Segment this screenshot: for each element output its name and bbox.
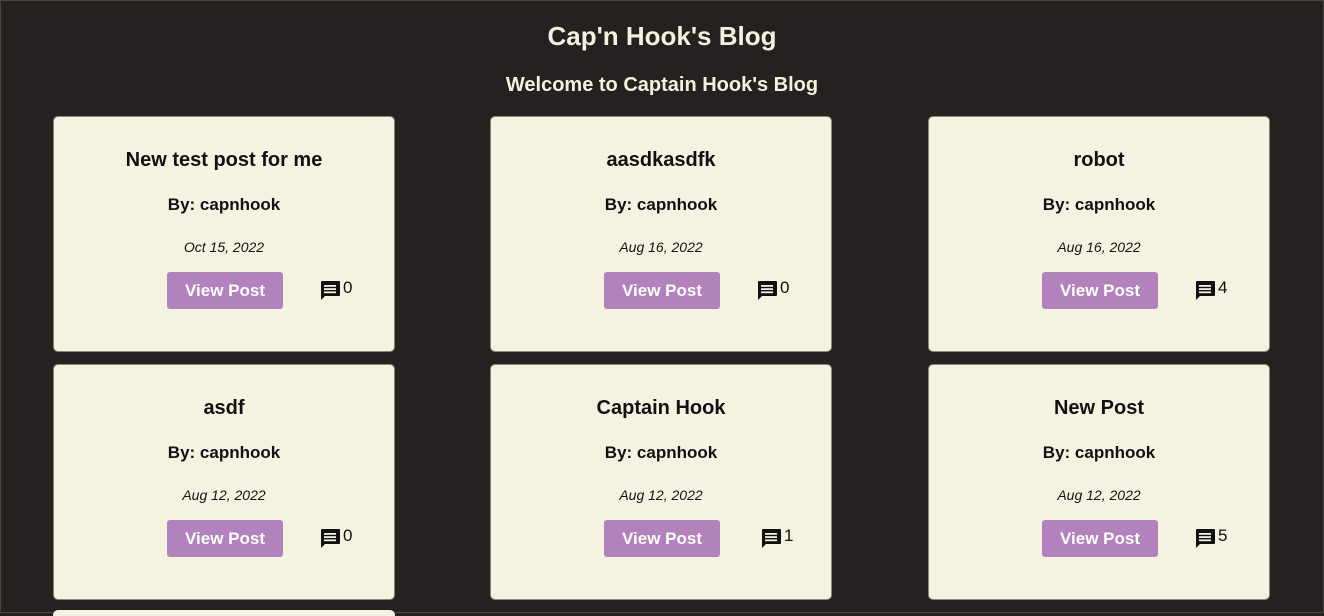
view-post-button[interactable]: View Post xyxy=(604,520,720,557)
post-title: New Post xyxy=(1053,397,1145,419)
post-date: Aug 16, 2022 xyxy=(1057,239,1141,255)
post-author: By: capnhook xyxy=(604,443,718,462)
post-title: asdf xyxy=(203,397,245,419)
comment-count: 4 xyxy=(1218,278,1228,297)
post-author: By: capnhook xyxy=(167,195,281,214)
comment-counter: 4 xyxy=(1193,278,1227,302)
post-card: robot By: capnhook Aug 16, 2022 View Pos… xyxy=(928,116,1270,352)
post-title: robot xyxy=(1073,149,1125,171)
post-date: Aug 12, 2022 xyxy=(182,487,266,503)
view-post-button[interactable]: View Post xyxy=(167,520,283,557)
post-date: Aug 12, 2022 xyxy=(1057,487,1141,503)
comment-count: 0 xyxy=(343,278,353,297)
comment-icon xyxy=(1196,281,1215,300)
view-post-button[interactable]: View Post xyxy=(1042,272,1158,309)
next-post-card-edge xyxy=(53,610,395,616)
comment-counter: 5 xyxy=(1193,526,1227,550)
post-title: aasdkasdfk xyxy=(606,149,716,171)
comment-counter: 1 xyxy=(759,526,793,550)
post-author: By: capnhook xyxy=(1042,443,1156,462)
post-date: Aug 16, 2022 xyxy=(619,239,703,255)
post-card: New Post By: capnhook Aug 12, 2022 View … xyxy=(928,364,1270,600)
comment-count: 1 xyxy=(784,526,794,545)
comment-count: 0 xyxy=(780,278,790,297)
post-card: Captain Hook By: capnhook Aug 12, 2022 V… xyxy=(490,364,832,600)
post-card: aasdkasdfk By: capnhook Aug 16, 2022 Vie… xyxy=(490,116,832,352)
comment-icon xyxy=(1196,529,1215,548)
view-post-button[interactable]: View Post xyxy=(604,272,720,309)
post-author: By: capnhook xyxy=(167,443,281,462)
post-title: New test post for me xyxy=(125,149,323,171)
view-post-button[interactable]: View Post xyxy=(1042,520,1158,557)
post-title: Captain Hook xyxy=(596,397,726,419)
site-title: Cap'n Hook's Blog xyxy=(547,21,777,51)
comment-icon xyxy=(321,529,340,548)
post-date: Aug 12, 2022 xyxy=(619,487,703,503)
comment-counter: 0 xyxy=(318,526,352,550)
comment-icon xyxy=(321,281,340,300)
comment-icon xyxy=(762,529,781,548)
comment-counter: 0 xyxy=(318,278,352,302)
welcome-heading: Welcome to Captain Hook's Blog xyxy=(505,74,819,96)
post-card: New test post for me By: capnhook Oct 15… xyxy=(53,116,395,352)
comment-count: 5 xyxy=(1218,526,1228,545)
comment-counter: 0 xyxy=(755,278,789,302)
comment-icon xyxy=(758,281,777,300)
post-author: By: capnhook xyxy=(1042,195,1156,214)
post-author: By: capnhook xyxy=(604,195,718,214)
post-card: asdf By: capnhook Aug 12, 2022 View Post… xyxy=(53,364,395,600)
view-post-button[interactable]: View Post xyxy=(167,272,283,309)
post-date: Oct 15, 2022 xyxy=(183,239,265,255)
comment-count: 0 xyxy=(343,526,353,545)
